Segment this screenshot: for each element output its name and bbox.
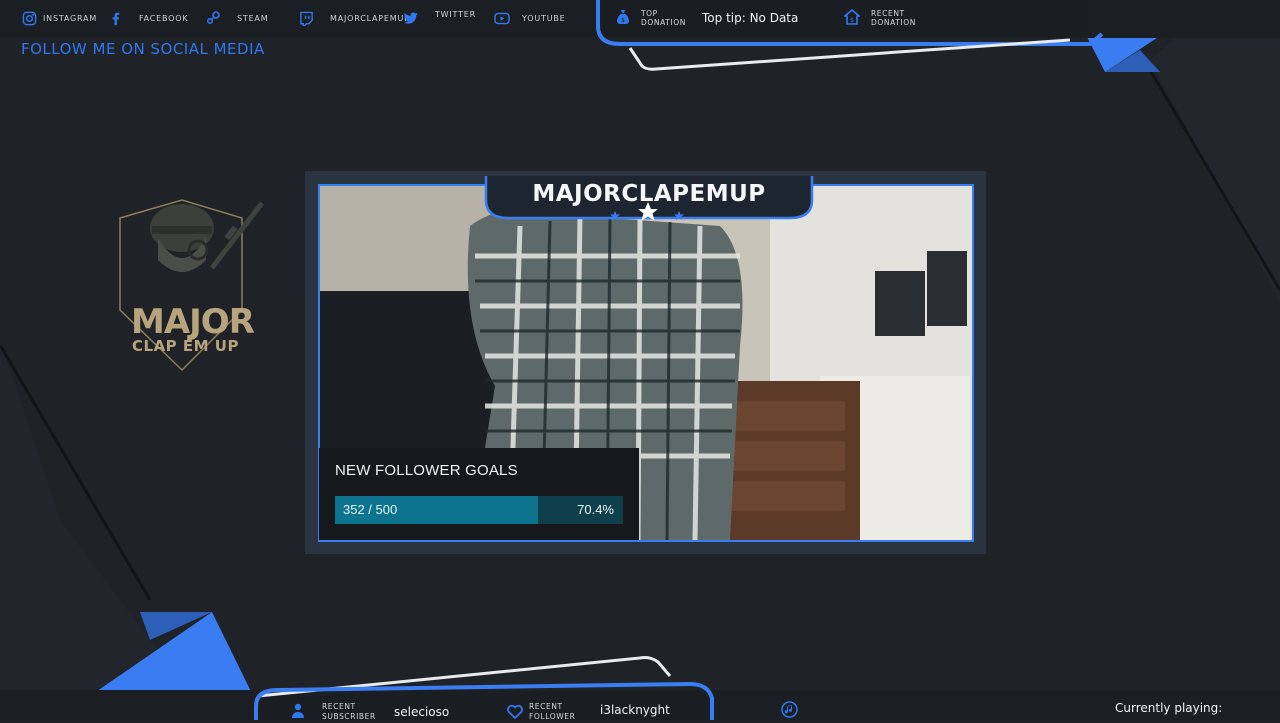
social-label: twitter	[435, 10, 477, 19]
follower-heart-icon	[507, 704, 523, 723]
social-instagram[interactable]: instagram	[21, 10, 97, 26]
recent-subscriber-name: selecioso	[394, 705, 450, 719]
social-label: steam	[237, 13, 269, 23]
streamer-name: MAJORCLAPEMUP	[532, 181, 766, 207]
social-label: facebook	[139, 13, 189, 23]
svg-text:$: $	[850, 17, 854, 24]
social-steam[interactable]: steam	[205, 10, 268, 26]
svg-text:$: $	[621, 17, 625, 24]
goal-title: NEW FOLLOWER GOALS	[335, 462, 518, 479]
twitter-icon[interactable]	[404, 9, 418, 28]
recent-follower-label: RECENT FOLLOWER	[529, 702, 576, 721]
instagram-icon	[21, 10, 37, 26]
facebook-icon	[107, 10, 123, 26]
social-twitter[interactable]: twitter	[435, 10, 476, 19]
donation-house-icon: $	[842, 8, 862, 29]
social-label: instagram	[43, 13, 98, 23]
goal-progress-bar: 352 / 500 70.4%	[335, 496, 623, 524]
logo-subtitle: CLAP EM UP	[132, 337, 239, 355]
goal-percent: 70.4%	[577, 502, 614, 517]
goal-count: 352 / 500	[343, 502, 398, 517]
twitch-icon	[298, 10, 314, 26]
social-label: youtube	[522, 13, 566, 23]
steam-icon	[205, 10, 221, 26]
social-label: majorclapemup	[330, 13, 410, 23]
now-playing-text: Currently playing:	[1115, 701, 1223, 715]
social-youtube[interactable]: youtube	[494, 10, 566, 26]
recent-follower-name: i3lacknyght	[600, 703, 670, 717]
music-note-icon	[781, 701, 798, 722]
social-facebook[interactable]: facebook	[107, 10, 188, 26]
logo-title: MAJOR	[131, 302, 255, 342]
recent-donation-label: RECENT DONATION	[871, 9, 916, 27]
moneybag-icon: $	[616, 9, 630, 29]
recent-subscriber-label: RECENT SUBSCRIBER	[322, 702, 376, 721]
top-donation-label: TOP DONATION	[641, 9, 686, 27]
social-twitch[interactable]: majorclapemup	[298, 10, 410, 26]
youtube-icon	[494, 10, 510, 26]
top-tip-text: Top tip: No Data	[702, 11, 799, 25]
follow-me-text: FOLLOW ME ON SOCIAL MEDIA	[21, 40, 265, 58]
subscriber-icon	[291, 703, 305, 722]
